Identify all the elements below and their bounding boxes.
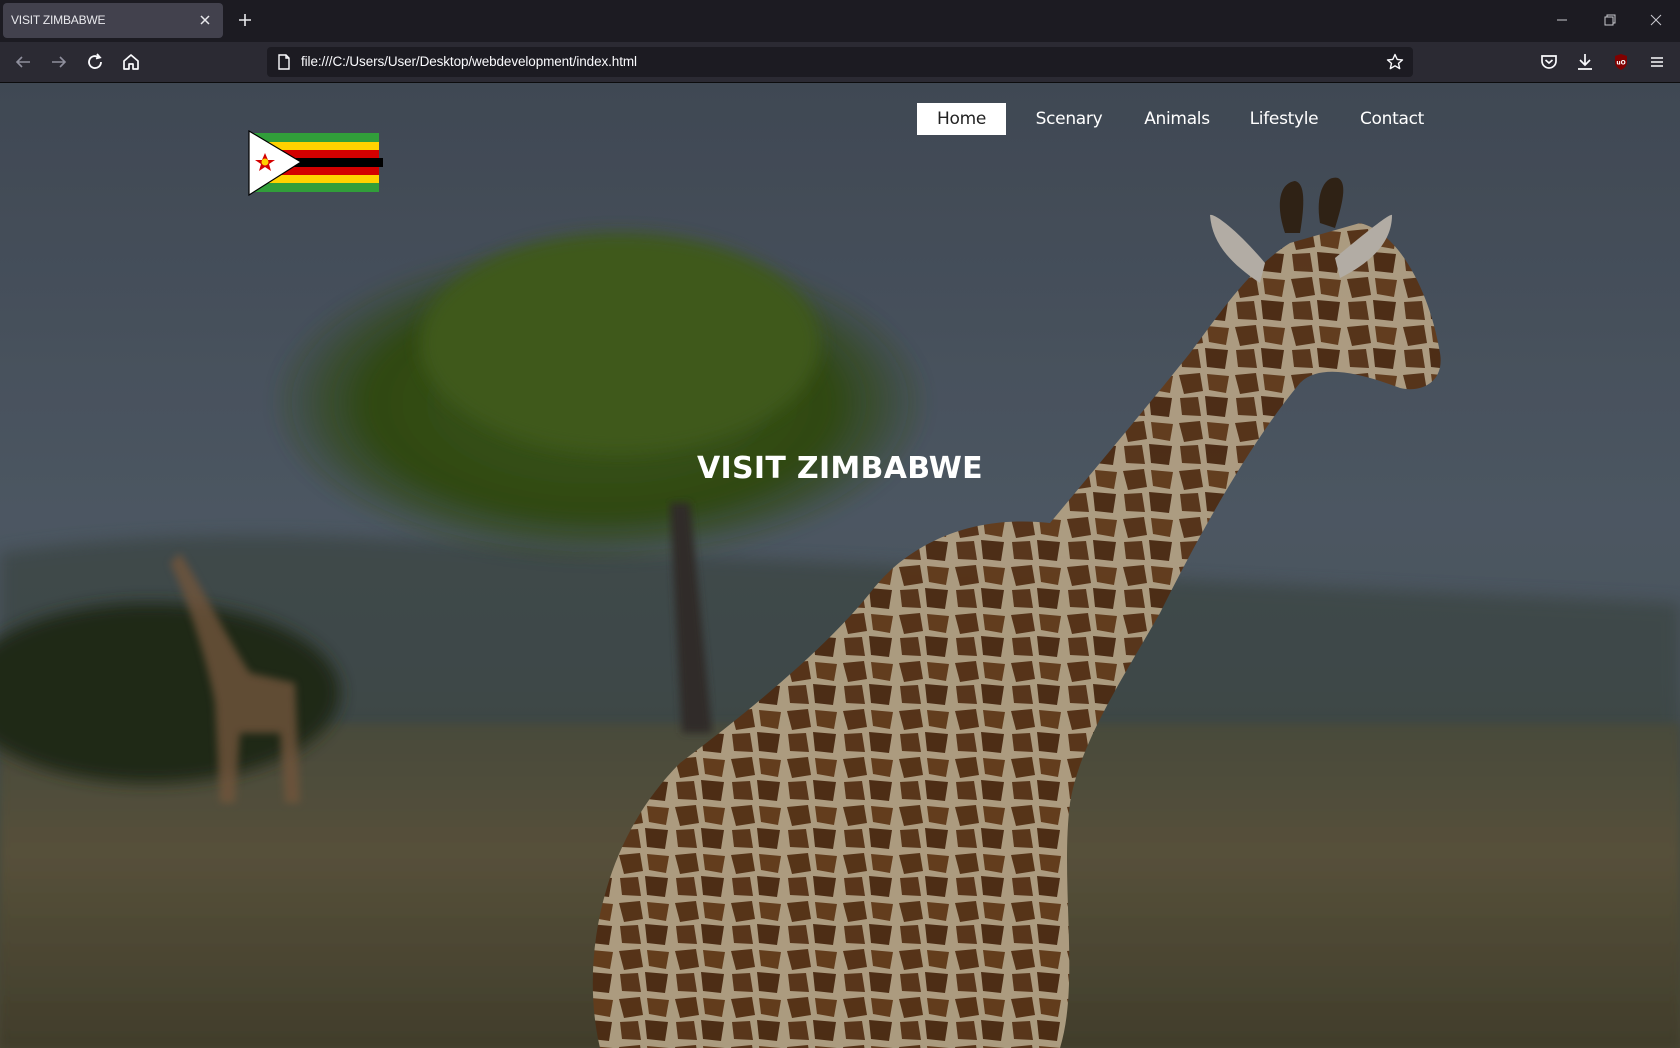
page-info-icon[interactable] [275,53,293,71]
browser-toolbar: file:///C:/Users/User/Desktop/webdevelop… [0,42,1680,83]
restore-icon[interactable] [1597,10,1621,30]
back-icon[interactable] [11,50,35,74]
nav-scenary[interactable]: Scenary [1024,103,1114,135]
new-tab-icon[interactable] [234,9,256,31]
tab-title: VISIT ZIMBABWE [11,13,106,27]
nav-animals[interactable]: Animals [1132,103,1222,135]
nav-home[interactable]: Home [917,103,1006,135]
forward-icon[interactable] [47,50,71,74]
bookmark-star-icon[interactable] [1385,52,1405,72]
download-icon[interactable] [1573,50,1597,74]
home-icon[interactable] [119,50,143,74]
window-close-icon[interactable] [1644,10,1668,30]
svg-text:uO: uO [1616,60,1625,67]
browser-tab[interactable]: VISIT ZIMBABWE [3,3,223,38]
page-viewport: Home Scenary Animals Lifestyle Contact V… [0,83,1680,1048]
nav-lifestyle[interactable]: Lifestyle [1239,103,1329,135]
nav-contact[interactable]: Contact [1347,103,1437,135]
address-bar[interactable]: file:///C:/Users/User/Desktop/webdevelop… [267,47,1413,77]
hero-title: VISIT ZIMBABWE [697,451,983,486]
menu-icon[interactable] [1645,50,1669,74]
url-text[interactable]: file:///C:/Users/User/Desktop/webdevelop… [301,54,637,69]
pocket-icon[interactable] [1537,50,1561,74]
tab-strip: VISIT ZIMBABWE [0,0,1680,42]
ublock-extension-icon[interactable]: uO [1609,50,1633,74]
minimize-icon[interactable] [1550,10,1574,30]
reload-icon[interactable] [83,50,107,74]
close-tab-icon[interactable] [195,10,215,30]
hero-background-image [0,83,1680,1048]
zimbabwe-flag-logo[interactable] [245,125,385,205]
